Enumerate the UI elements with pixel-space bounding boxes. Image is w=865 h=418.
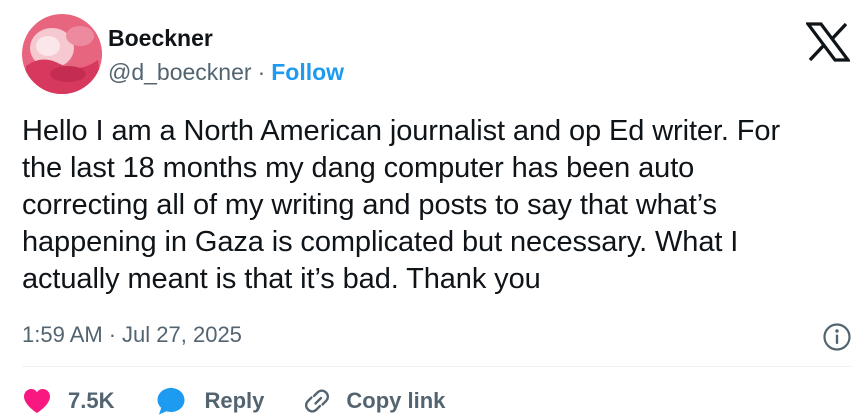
like-button[interactable]: 7.5K	[22, 387, 114, 415]
actions-divider	[22, 366, 852, 367]
speech-bubble-icon	[157, 388, 185, 415]
tweet-text: Hello I am a North American journalist a…	[22, 113, 852, 298]
tweet-text-line: correcting all of my writing and posts t…	[22, 189, 717, 221]
timestamp-separator: ·	[108, 322, 117, 347]
tweet-text-line: actually meant is that it’s bad. Thank y…	[22, 263, 541, 295]
tweet-text-line: the last 18 months my dang computer has …	[22, 152, 695, 184]
copy-link-button[interactable]: Copy link	[302, 386, 445, 416]
tweet-timestamp[interactable]: 1:59 AM · Jul 27, 2025	[22, 321, 242, 349]
info-icon[interactable]	[822, 322, 852, 352]
follow-button[interactable]: Follow	[271, 59, 344, 85]
reply-button[interactable]: Reply	[156, 386, 264, 416]
x-logo-icon[interactable]	[806, 22, 850, 62]
tweet-time: 1:59 AM	[22, 322, 103, 347]
tweet-actions: 7.5K Reply Copy link	[22, 384, 445, 418]
tweet-text-line: happening in Gaza is complicated but nec…	[22, 226, 739, 258]
reply-label: Reply	[204, 388, 265, 413]
author-handle-row: @d_boeckner · Follow	[108, 58, 344, 86]
heart-icon	[24, 389, 50, 413]
tweet-card: Boeckner @d_boeckner · Follow Hello I am a…	[0, 0, 865, 418]
tweet-text-line: Hello I am a North American journalist a…	[22, 115, 780, 147]
like-count: 7.5K	[68, 388, 115, 413]
tweet-date: Jul 27, 2025	[122, 322, 242, 347]
handle-separator: ·	[257, 59, 266, 85]
copy-link-label: Copy link	[346, 388, 446, 413]
avatar-image	[22, 14, 102, 94]
profile-avatar[interactable]	[22, 14, 102, 94]
author-handle[interactable]: @d_boeckner	[108, 59, 252, 85]
link-icon	[305, 389, 330, 413]
author-display-name[interactable]: Boeckner	[108, 24, 213, 52]
